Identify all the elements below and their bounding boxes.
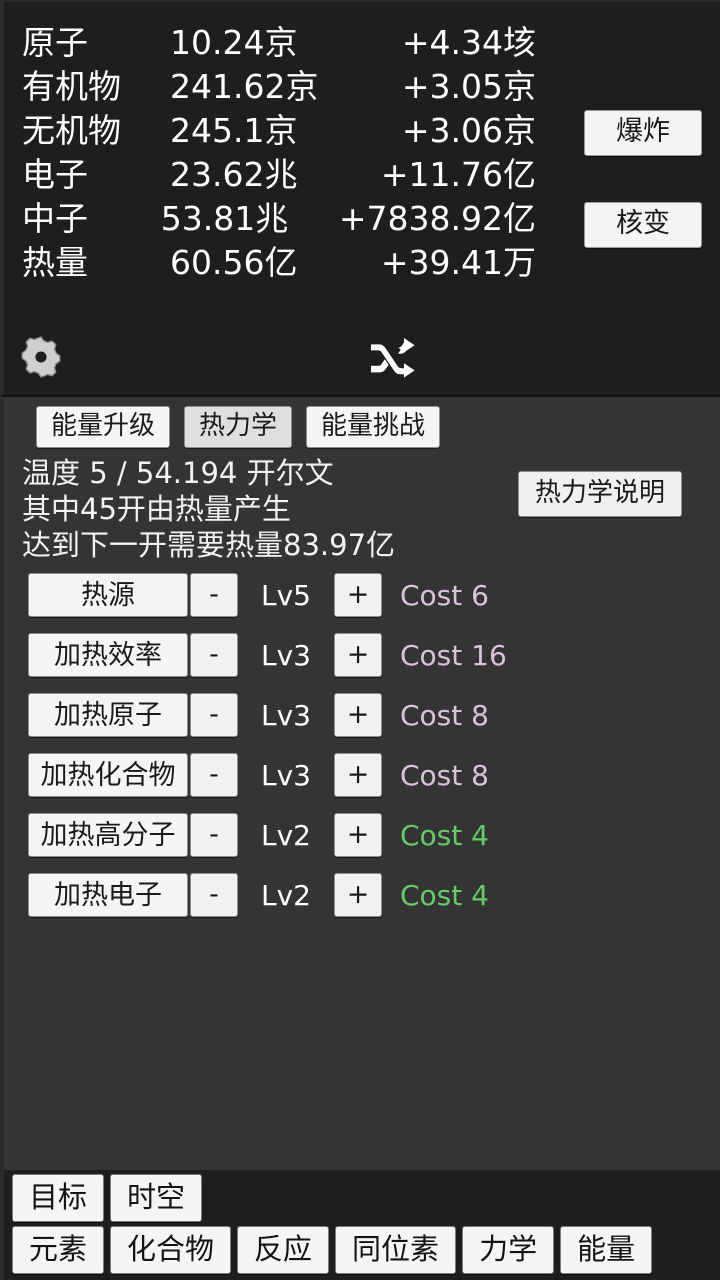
main-panel: 能量升级 热力学 能量挑战 温度 5 / 54.194 开尔文 其中45开由热量…	[0, 395, 720, 1170]
nav-elements[interactable]: 元素	[12, 1226, 105, 1274]
upgrade-cost: Cost 6	[400, 578, 489, 612]
primary-nav-row: 元素 化合物 反应 同位素 力学 能量	[4, 1222, 720, 1280]
explode-button[interactable]: 爆炸	[584, 110, 702, 156]
upgrade-level: Lv3	[261, 698, 311, 732]
resource-name: 电子	[22, 155, 88, 194]
list-item: 加热高分子 - Lv2 + Cost 4	[4, 805, 720, 865]
upgrade-name-button[interactable]: 加热高分子	[28, 813, 188, 857]
upgrade-level: Lv2	[261, 878, 311, 912]
upgrade-cost: Cost 8	[400, 758, 489, 792]
upgrade-level: Lv5	[261, 578, 311, 612]
list-item: 加热化合物 - Lv3 + Cost 8	[4, 745, 720, 805]
upgrade-cost: Cost 4	[400, 818, 489, 852]
heat-source-line: 其中45开由热量产生	[22, 492, 291, 526]
upgrade-increment-button[interactable]: +	[334, 873, 382, 917]
resource-value: 241.62京	[170, 67, 319, 106]
upgrade-name-button[interactable]: 加热电子	[28, 873, 188, 917]
next-kelvin-cost-line: 达到下一开需要热量83.97亿	[22, 528, 396, 562]
tab-strip: 能量升级 热力学 能量挑战	[4, 405, 441, 449]
upgrade-level: Lv3	[261, 638, 311, 672]
tab-thermodynamics[interactable]: 热力学	[184, 406, 293, 448]
upgrade-name-button[interactable]: 加热化合物	[28, 753, 188, 797]
resource-value: 60.56亿	[170, 243, 298, 282]
list-item: 加热电子 - Lv2 + Cost 4	[4, 865, 720, 925]
icon-toolbar	[4, 334, 720, 396]
upgrade-decrement-button[interactable]: -	[190, 873, 238, 917]
resource-name: 原子	[22, 23, 88, 62]
resource-rate: +3.06京	[401, 111, 536, 150]
nav-reactions[interactable]: 反应	[237, 1226, 330, 1274]
nav-goals[interactable]: 目标	[12, 1174, 105, 1222]
resource-value: 23.62兆	[170, 155, 298, 194]
fission-button[interactable]: 核变	[584, 202, 702, 248]
table-row: 电子 23.62兆 +11.76亿	[22, 148, 552, 194]
resource-name: 热量	[22, 243, 88, 282]
shuffle-icon[interactable]	[368, 338, 416, 378]
list-item: 加热原子 - Lv3 + Cost 8	[4, 685, 720, 745]
resource-rate: +11.76亿	[380, 155, 536, 194]
nav-mechanics[interactable]: 力学	[462, 1226, 555, 1274]
tab-energy-challenge[interactable]: 能量挑战	[306, 406, 441, 448]
upgrade-increment-button[interactable]: +	[334, 813, 382, 857]
resource-name: 中子	[22, 199, 88, 238]
table-row: 原子 10.24京 +4.34垓	[22, 16, 552, 62]
resource-value: 53.81兆	[160, 199, 289, 238]
upgrade-name-button[interactable]: 加热原子	[28, 693, 188, 737]
gear-icon[interactable]	[18, 334, 64, 380]
thermodynamics-help-button[interactable]: 热力学说明	[517, 471, 682, 517]
upgrade-decrement-button[interactable]: -	[190, 633, 238, 677]
table-row: 有机物 241.62京 +3.05京	[22, 60, 552, 106]
resource-name: 无机物	[22, 111, 121, 150]
table-row: 中子 53.81兆 +7838.92亿	[22, 192, 552, 238]
resource-name: 有机物	[22, 67, 121, 106]
resource-rate: +4.34垓	[401, 23, 536, 62]
app-root: 原子 10.24京 +4.34垓 有机物 241.62京 +3.05京 无机物 …	[0, 0, 720, 1280]
upgrade-name-button[interactable]: 热源	[28, 573, 188, 617]
table-row: 热量 60.56亿 +39.41万	[22, 236, 552, 282]
upgrade-increment-button[interactable]: +	[334, 633, 382, 677]
upgrade-list: 热源 - Lv5 + Cost 6 加热效率 - Lv3 + Cost 16 加…	[4, 565, 720, 925]
resource-rate: +39.41万	[380, 243, 536, 282]
resource-table: 原子 10.24京 +4.34垓 有机物 241.62京 +3.05京 无机物 …	[22, 16, 552, 282]
resource-value: 245.1京	[170, 111, 298, 150]
nav-compounds[interactable]: 化合物	[110, 1226, 232, 1274]
resource-rate: +7838.92亿	[338, 199, 536, 238]
upgrade-cost: Cost 8	[400, 698, 489, 732]
upgrade-increment-button[interactable]: +	[334, 693, 382, 737]
temperature-line: 温度 5 / 54.194 开尔文	[22, 456, 334, 490]
upgrade-level: Lv2	[261, 818, 311, 852]
upgrade-increment-button[interactable]: +	[334, 573, 382, 617]
list-item: 加热效率 - Lv3 + Cost 16	[4, 625, 720, 685]
upgrade-decrement-button[interactable]: -	[190, 753, 238, 797]
thermodynamics-info: 温度 5 / 54.194 开尔文 其中45开由热量产生 达到下一开需要热量83…	[22, 455, 395, 563]
table-row: 无机物 245.1京 +3.06京	[22, 104, 552, 150]
nav-isotopes[interactable]: 同位素	[335, 1226, 457, 1274]
secondary-nav-row: 目标 时空	[4, 1170, 720, 1222]
upgrade-decrement-button[interactable]: -	[190, 573, 238, 617]
upgrade-decrement-button[interactable]: -	[190, 813, 238, 857]
upgrade-increment-button[interactable]: +	[334, 753, 382, 797]
tab-energy-upgrade[interactable]: 能量升级	[36, 406, 171, 448]
upgrade-cost: Cost 16	[400, 638, 507, 672]
upgrade-decrement-button[interactable]: -	[190, 693, 238, 737]
nav-spacetime[interactable]: 时空	[110, 1174, 203, 1222]
upgrade-level: Lv3	[261, 758, 311, 792]
upgrade-cost: Cost 4	[400, 878, 489, 912]
nav-energy[interactable]: 能量	[560, 1226, 653, 1274]
upgrade-name-button[interactable]: 加热效率	[28, 633, 188, 677]
bottom-navigation: 目标 时空 元素 化合物 反应 同位素 力学 能量	[0, 1170, 720, 1280]
resource-value: 10.24京	[170, 23, 298, 62]
resource-panel: 原子 10.24京 +4.34垓 有机物 241.62京 +3.05京 无机物 …	[0, 0, 720, 395]
list-item: 热源 - Lv5 + Cost 6	[4, 565, 720, 625]
resource-rate: +3.05京	[401, 67, 536, 106]
